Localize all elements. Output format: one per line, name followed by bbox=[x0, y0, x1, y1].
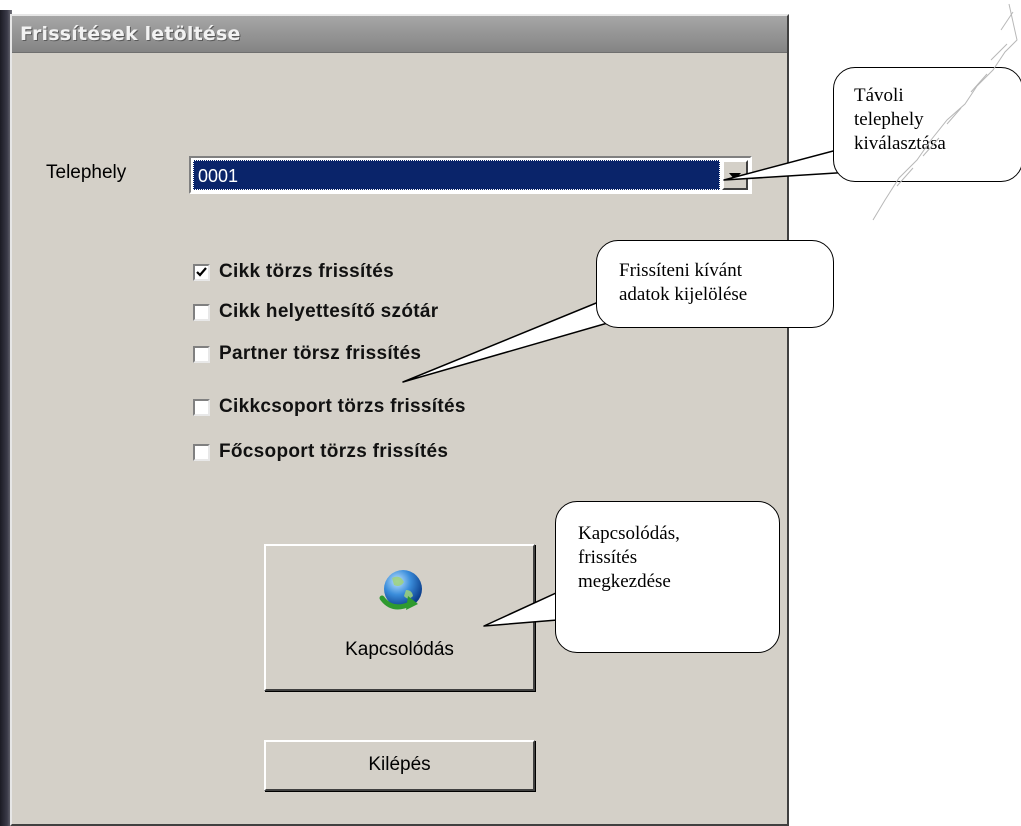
callout-line: frissítés bbox=[578, 547, 638, 568]
callout-connect: Kapcsolódás, frissítés megkezdése bbox=[555, 501, 780, 653]
watermark-decoration bbox=[872, 3, 1018, 221]
callout-line: Kapcsolódás, bbox=[578, 523, 680, 544]
callout-line: megkezdése bbox=[578, 571, 671, 592]
